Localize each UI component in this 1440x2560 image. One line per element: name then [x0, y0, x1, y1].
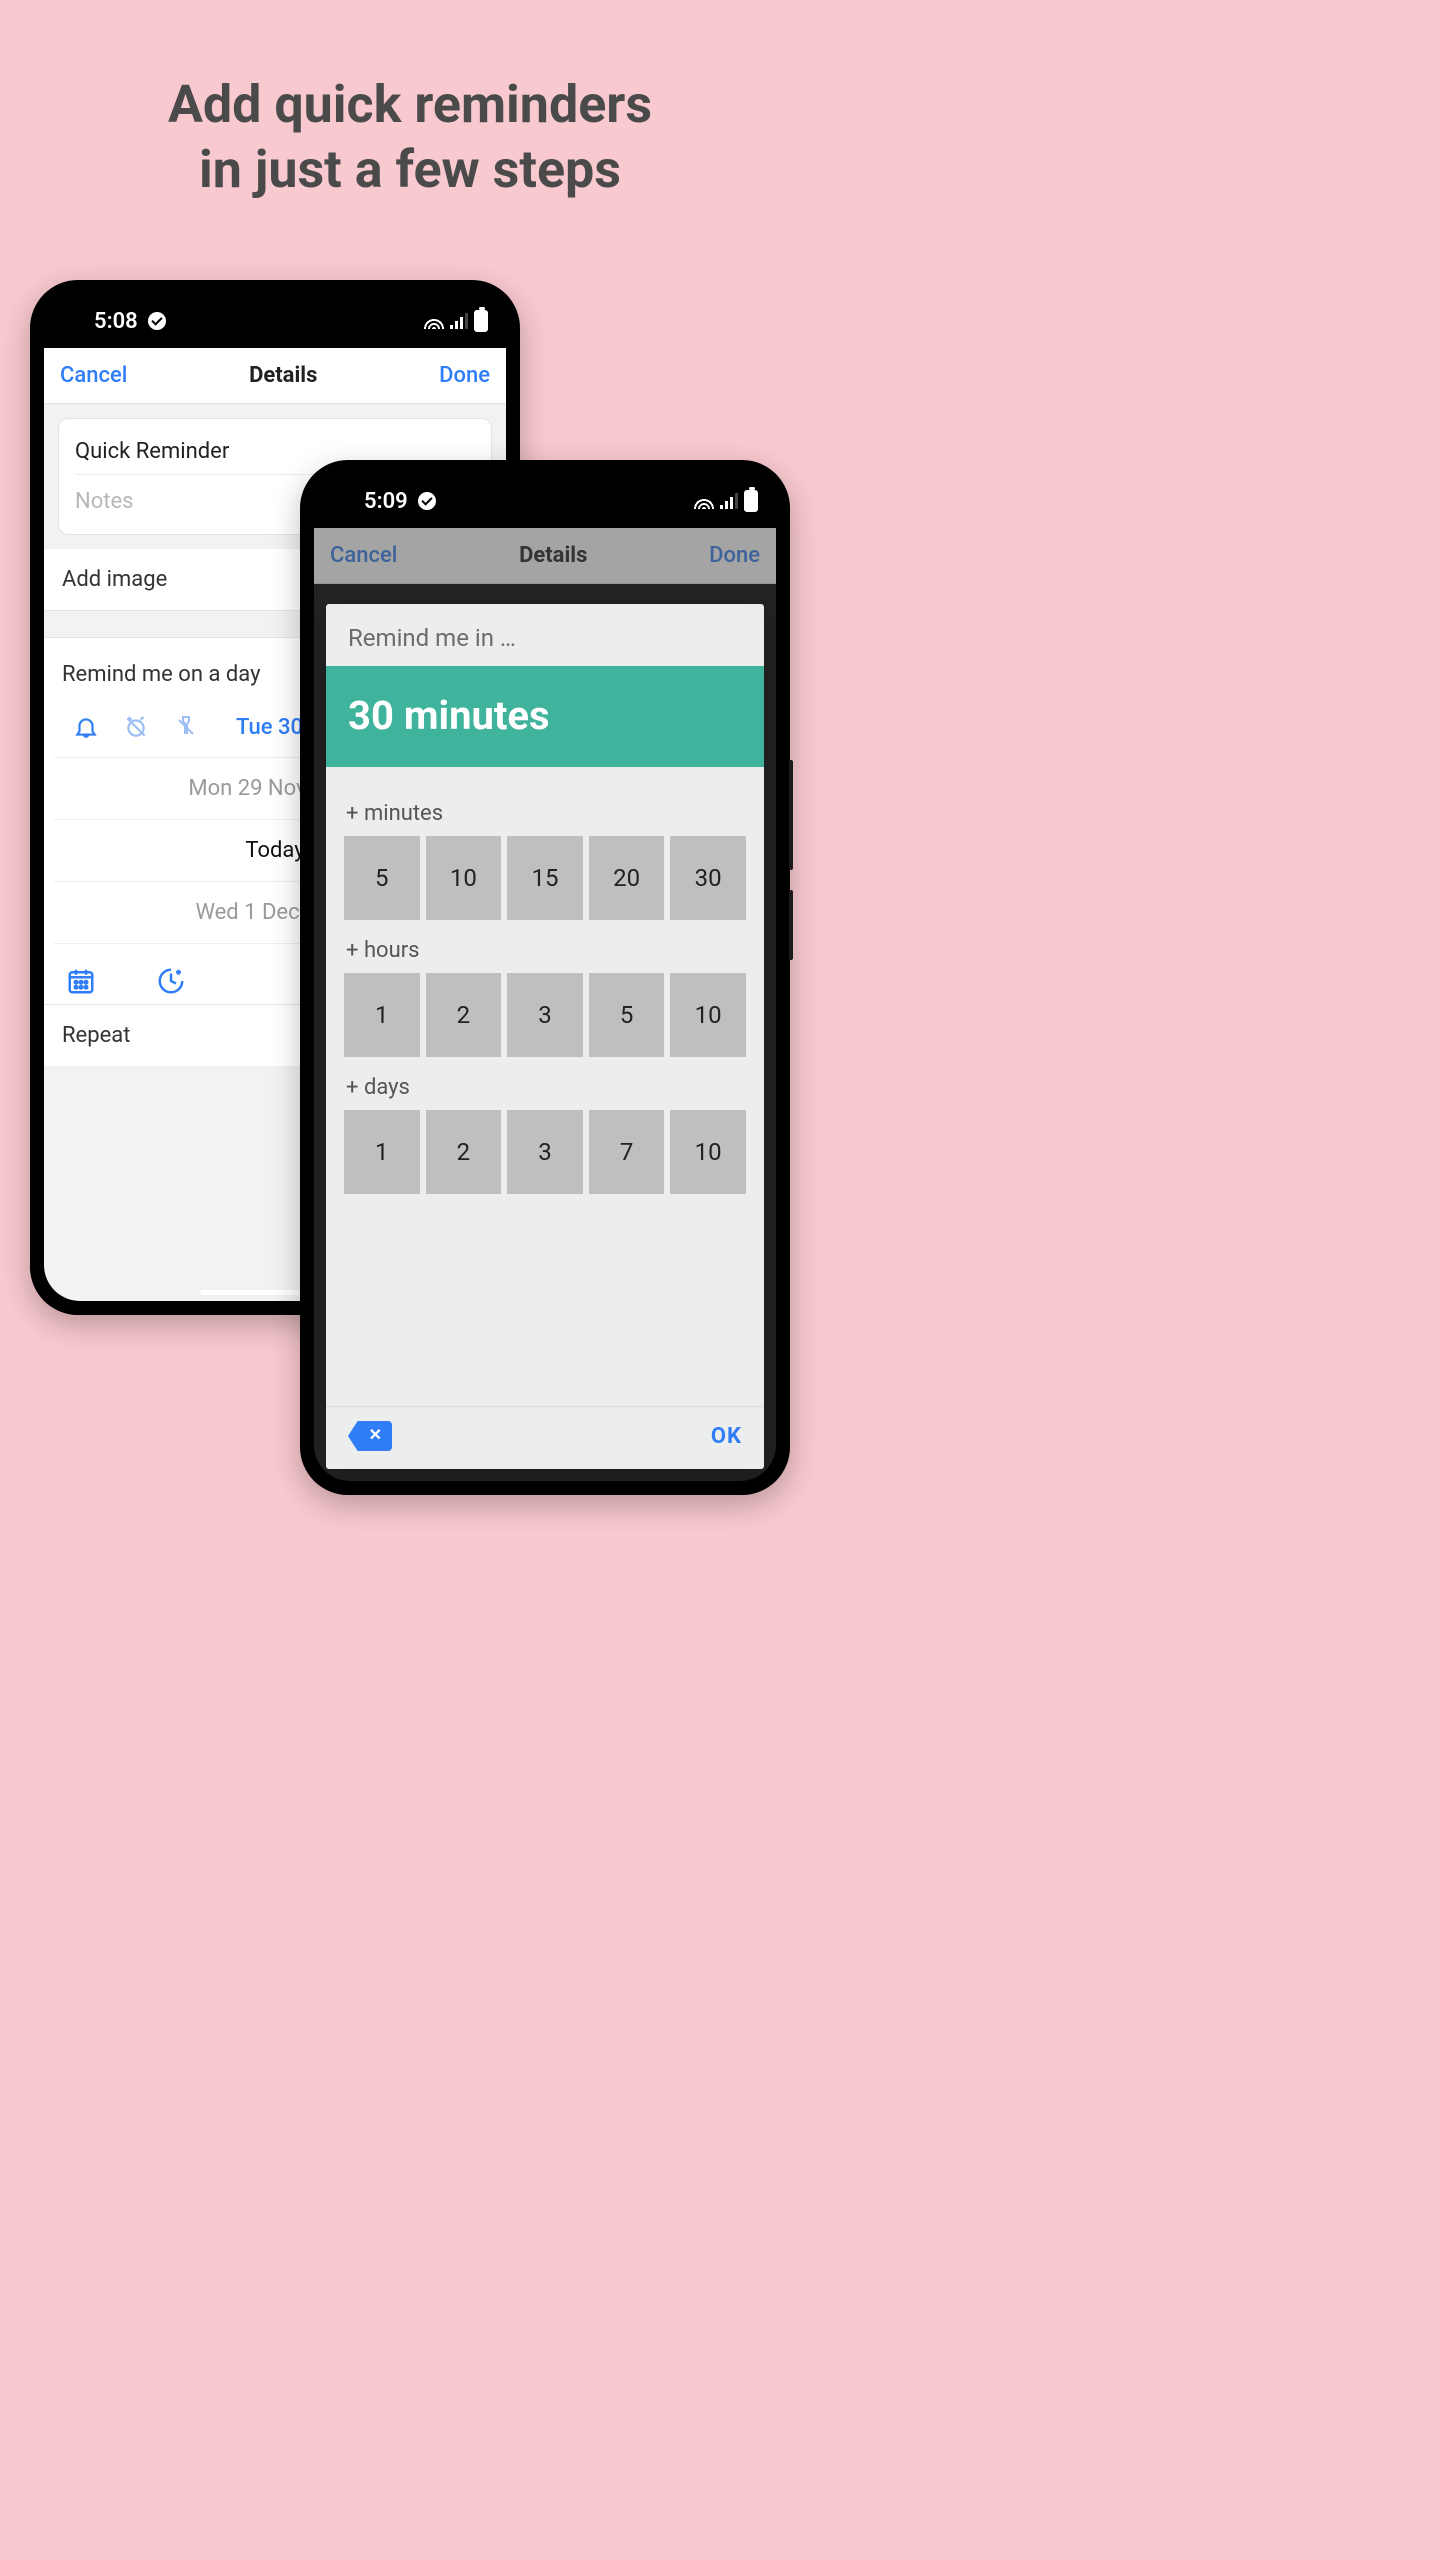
- promo-line2: in just a few steps: [0, 137, 820, 202]
- modal-header: Remind me in …: [326, 604, 764, 666]
- duration-chip[interactable]: 20: [589, 836, 665, 920]
- signal-icon: [720, 493, 738, 509]
- duration-chip[interactable]: 30: [670, 836, 746, 920]
- status-check-icon: [148, 312, 166, 330]
- bell-icon[interactable]: [72, 713, 100, 741]
- duration-chip[interactable]: 1: [344, 973, 420, 1057]
- battery-icon: [744, 490, 758, 512]
- nav-title: Details: [249, 363, 317, 388]
- ok-button[interactable]: OK: [711, 1424, 742, 1449]
- duration-chip[interactable]: 2: [426, 973, 502, 1057]
- remind-in-modal: Remind me in … 30 minutes + minutes51015…: [326, 604, 764, 1469]
- battery-icon: [474, 310, 488, 332]
- duration-chip[interactable]: 3: [507, 1110, 583, 1194]
- promo-headline: Add quick reminders in just a few steps: [0, 0, 820, 202]
- status-check-icon: [418, 492, 436, 510]
- promo-line1: Add quick reminders: [0, 72, 820, 137]
- group-label: + minutes: [346, 801, 746, 826]
- alarm-off-icon[interactable]: [122, 713, 150, 741]
- duration-chip[interactable]: 5: [589, 973, 665, 1057]
- duration-chip[interactable]: 10: [670, 973, 746, 1057]
- add-time-icon[interactable]: [156, 966, 186, 996]
- cancel-button[interactable]: Cancel: [60, 363, 127, 388]
- side-button: [789, 890, 793, 960]
- done-button[interactable]: Done: [439, 363, 490, 388]
- modal-selected-value: 30 minutes: [326, 666, 764, 767]
- duration-chip[interactable]: 5: [344, 836, 420, 920]
- duration-chip[interactable]: 7: [589, 1110, 665, 1194]
- nav-bar: Cancel Details Done: [44, 348, 506, 404]
- duration-chip[interactable]: 10: [426, 836, 502, 920]
- duration-chip[interactable]: 10: [670, 1110, 746, 1194]
- duration-chip[interactable]: 3: [507, 973, 583, 1057]
- duration-chip[interactable]: 15: [507, 836, 583, 920]
- status-time: 5:09: [364, 489, 408, 514]
- duration-chip[interactable]: 2: [426, 1110, 502, 1194]
- wifi-icon: [694, 493, 714, 509]
- signal-icon: [450, 313, 468, 329]
- backspace-icon[interactable]: [348, 1421, 392, 1451]
- duration-chip[interactable]: 1: [344, 1110, 420, 1194]
- status-bar: 5:08: [44, 294, 506, 348]
- status-bar: 5:09: [314, 474, 776, 528]
- calendar-icon[interactable]: [66, 966, 96, 996]
- group-label: + hours: [346, 938, 746, 963]
- device-frame-front: 5:09 Cancel Details Done Remind me in … …: [300, 460, 790, 1495]
- flashlight-off-icon[interactable]: [172, 713, 200, 741]
- status-time: 5:08: [94, 309, 138, 334]
- group-label: + days: [346, 1075, 746, 1100]
- wifi-icon: [424, 313, 444, 329]
- side-button: [789, 760, 793, 870]
